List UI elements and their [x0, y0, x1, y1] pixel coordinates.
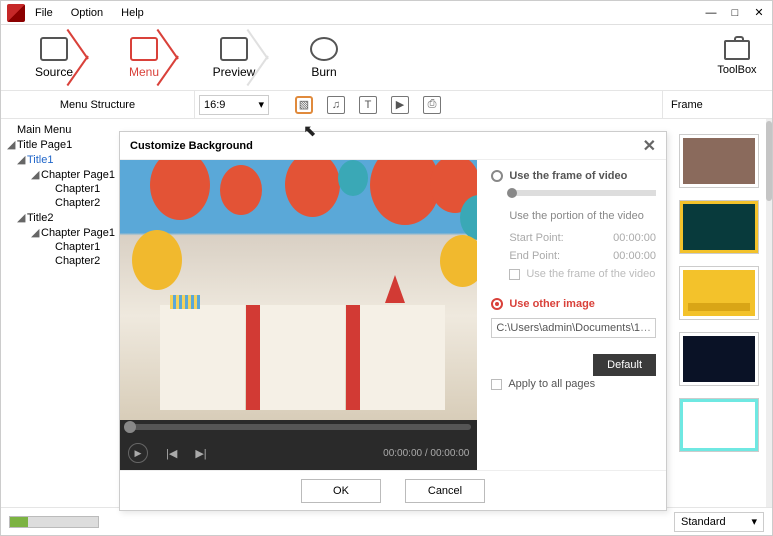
radio-icon — [491, 298, 503, 310]
dialog-title: Customize Background — [130, 140, 253, 152]
tree-item[interactable]: ◢Chapter Page1 — [3, 225, 117, 240]
menu-help[interactable]: Help — [121, 7, 144, 19]
frame-thumb[interactable] — [680, 201, 758, 253]
document-icon — [40, 37, 68, 61]
preview-image — [120, 160, 477, 420]
radio-icon — [491, 170, 503, 182]
mini-seek-bar[interactable] — [509, 190, 656, 196]
portion-hint: Use the portion of the video — [509, 210, 656, 222]
button-icon[interactable]: ▶ — [391, 96, 409, 114]
tree-item[interactable]: ◢Title Page1 — [3, 137, 117, 152]
menu-structure-label: Menu Structure — [1, 91, 195, 118]
menu-option[interactable]: Option — [71, 7, 103, 19]
frame-thumb[interactable] — [680, 333, 758, 385]
menu-tree[interactable]: Main Menu◢Title Page1◢Title1◢Chapter Pag… — [1, 119, 119, 507]
save-icon[interactable]: ⎙ — [423, 96, 441, 114]
apply-all-checkbox[interactable]: Apply to all pages — [491, 378, 656, 390]
window-minimize-icon[interactable]: — — [704, 7, 718, 19]
play-rect-icon — [220, 37, 248, 61]
close-icon[interactable]: ✕ — [643, 136, 656, 156]
tree-item[interactable]: Chapter2 — [3, 254, 117, 268]
checkbox-icon — [491, 379, 502, 390]
chevron-down-icon: ▾ — [751, 515, 757, 528]
default-button[interactable]: Default — [593, 354, 656, 376]
tree-item[interactable]: Chapter2 — [3, 196, 117, 210]
tree-item[interactable]: Chapter1 — [3, 240, 117, 254]
cancel-button[interactable]: Cancel — [405, 479, 485, 503]
use-frame-radio[interactable]: Use the frame of video — [491, 170, 656, 182]
aspect-select[interactable]: 16:9▾ — [199, 95, 269, 115]
end-point-value[interactable]: 00:00:00 — [613, 250, 656, 262]
frame-panel-label: Frame — [662, 91, 772, 118]
standard-select[interactable]: Standard▾ — [674, 512, 764, 532]
ok-button[interactable]: OK — [301, 479, 381, 503]
chevron-down-icon: ▾ — [258, 98, 264, 111]
tree-item[interactable]: ◢Chapter Page1 — [3, 167, 117, 182]
disc-icon — [310, 37, 338, 61]
tree-item[interactable]: ◢Title2 — [3, 210, 117, 225]
prev-icon[interactable]: |◀ — [166, 447, 177, 460]
tree-item[interactable]: Main Menu — [3, 123, 117, 137]
seek-bar[interactable] — [126, 424, 471, 430]
step-burn[interactable]: Burn — [279, 37, 369, 79]
use-other-image-radio[interactable]: Use other image — [491, 298, 656, 310]
progress-bar — [9, 516, 99, 528]
frame-list — [680, 135, 764, 451]
video-preview: ▶ |◀ ▶| 00:00:00 / 00:00:00 — [120, 160, 477, 470]
time-display: 00:00:00 / 00:00:00 — [383, 448, 469, 459]
window-maximize-icon[interactable]: □ — [728, 7, 742, 19]
start-point-value[interactable]: 00:00:00 — [613, 232, 656, 244]
toolbox-button[interactable]: ToolBox — [702, 40, 772, 76]
app-icon — [7, 4, 25, 22]
window-close-icon[interactable]: ✕ — [752, 6, 766, 19]
next-icon[interactable]: ▶| — [195, 447, 206, 460]
checkbox-icon — [509, 269, 520, 280]
image-path-input[interactable]: C:\Users\admin\Documents\1 … — [491, 318, 656, 338]
scrollbar[interactable] — [766, 119, 772, 507]
image-icon — [130, 37, 158, 61]
menu-file[interactable]: File — [35, 7, 53, 19]
frame-thumb[interactable] — [680, 135, 758, 187]
frame-thumb[interactable] — [680, 399, 758, 451]
tree-item[interactable]: Chapter1 — [3, 182, 117, 196]
background-icon[interactable]: ▧ — [295, 96, 313, 114]
play-icon[interactable]: ▶ — [128, 443, 148, 463]
customize-background-dialog: Customize Background ✕ ▶ |◀ ▶| 00:00:00 … — [119, 131, 667, 511]
frame-thumb[interactable] — [680, 267, 758, 319]
music-icon[interactable]: ♫ — [327, 96, 345, 114]
tree-item[interactable]: ◢Title1 — [3, 152, 117, 167]
toolbox-icon — [724, 40, 750, 60]
text-icon[interactable]: T — [359, 96, 377, 114]
browse-button[interactable]: … — [640, 322, 651, 334]
